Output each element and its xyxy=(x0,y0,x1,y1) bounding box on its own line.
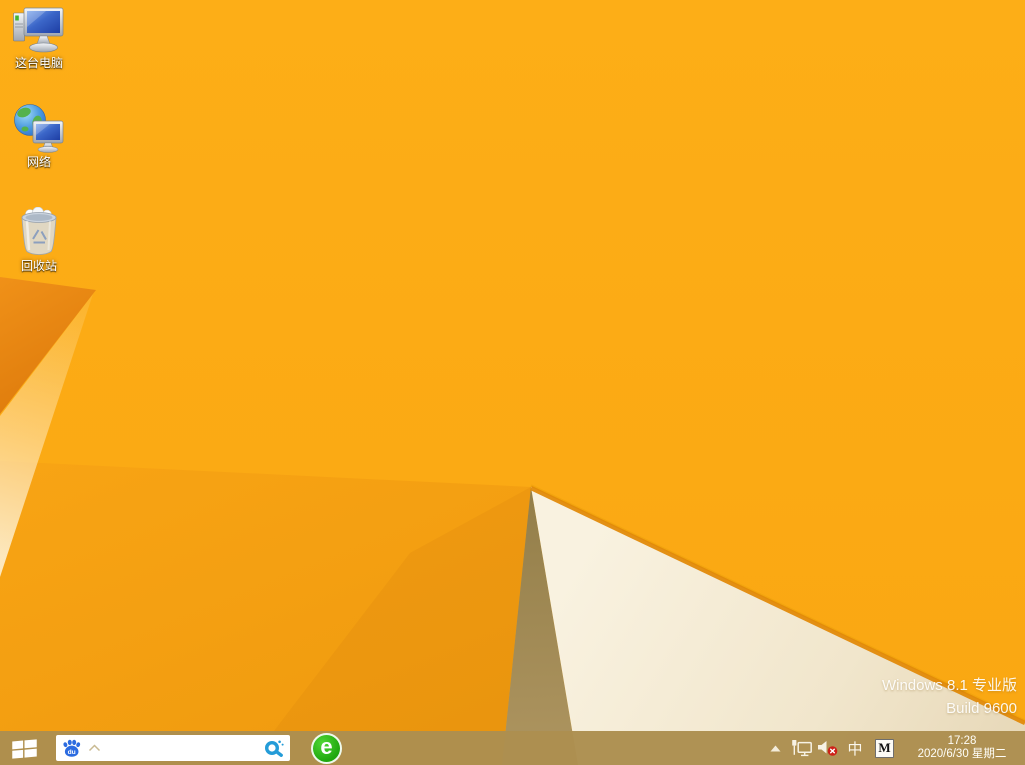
watermark-edition: Windows 8.1 专业版 xyxy=(882,674,1017,697)
windows-logo-icon xyxy=(11,738,38,759)
360-browser-icon[interactable]: e xyxy=(311,733,342,764)
browser-logo-glyph: e xyxy=(320,736,332,758)
svg-text:du: du xyxy=(68,748,76,755)
desktop-icon-recycle-bin[interactable]: 回收站 xyxy=(2,207,76,273)
icon-label: 回收站 xyxy=(21,260,57,273)
volume-muted-icon[interactable] xyxy=(817,740,841,757)
desktop-icon-this-pc[interactable]: 这台电脑 xyxy=(2,4,76,70)
desktop[interactable]: 这台电脑 网络 xyxy=(0,0,1025,765)
ime-mode-indicator[interactable]: M xyxy=(875,739,894,758)
icon-label: 网络 xyxy=(27,156,51,169)
taskbar-search-box[interactable]: du xyxy=(56,735,290,761)
clock-date: 2020/6/30 星期二 xyxy=(906,748,1018,761)
watermark-build: Build 9600 xyxy=(882,697,1017,720)
system-tray: 中 M 17:28 2020/6/30 星期二 xyxy=(768,731,1025,765)
network-icon xyxy=(13,103,65,153)
search-input[interactable] xyxy=(105,737,263,759)
chevron-up-icon[interactable] xyxy=(88,744,101,752)
show-hidden-icons-button[interactable] xyxy=(768,745,782,752)
recycle-bin-icon xyxy=(17,207,61,257)
clock-time: 17:28 xyxy=(906,735,1018,748)
start-button[interactable] xyxy=(0,731,48,765)
baidu-icon: du xyxy=(61,738,82,759)
windows-build-watermark: Windows 8.1 专业版 Build 9600 xyxy=(882,674,1017,720)
wallpaper-image xyxy=(0,0,1025,765)
taskbar: du e xyxy=(0,731,1025,765)
desktop-icon-network[interactable]: 网络 xyxy=(2,103,76,169)
taskbar-clock[interactable]: 17:28 2020/6/30 星期二 xyxy=(906,735,1018,761)
icon-label: 这台电脑 xyxy=(15,57,63,70)
this-pc-icon xyxy=(12,4,66,54)
search-icon[interactable] xyxy=(263,737,285,759)
network-status-icon[interactable] xyxy=(791,739,813,757)
ime-language-indicator[interactable]: 中 xyxy=(847,738,863,759)
